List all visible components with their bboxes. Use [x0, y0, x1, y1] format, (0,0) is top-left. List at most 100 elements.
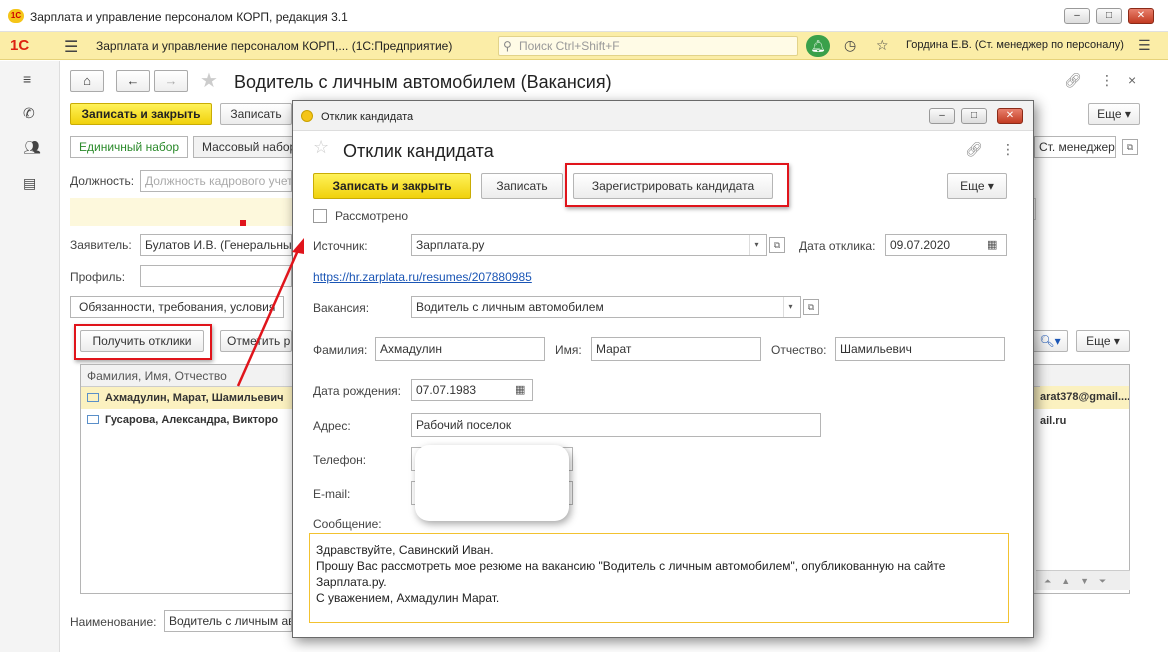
- tab-single-set[interactable]: Единичный набор: [70, 136, 189, 158]
- birth-date-label: Дата рождения:: [313, 384, 401, 398]
- phone-label: Телефон:: [313, 453, 367, 467]
- profile-input[interactable]: [140, 265, 292, 287]
- applicant-input[interactable]: Булатов И.В. (Генеральный: [140, 234, 292, 256]
- mark-button[interactable]: Отметить р: [220, 330, 292, 352]
- candidate-response-dialog: Отклик кандидата – □ ✕ ☆ Отклик кандидат…: [292, 100, 1034, 638]
- star-icon[interactable]: ☆: [876, 37, 889, 54]
- app-logo-icon: 1С: [8, 9, 24, 23]
- open-icon[interactable]: ⧉: [1122, 139, 1138, 155]
- search-icon: ⚲: [503, 39, 512, 53]
- search-input[interactable]: ⚲ Поиск Ctrl+Shift+F: [498, 36, 798, 56]
- source-select[interactable]: Зарплата.ру: [411, 234, 767, 256]
- source-label: Источник:: [313, 239, 368, 253]
- people-icon[interactable]: 👥︎: [23, 139, 41, 156]
- close-button[interactable]: ✕: [1128, 8, 1154, 24]
- row-email: arat378@gmail....: [1040, 386, 1129, 408]
- resume-link[interactable]: https://hr.zarplata.ru/resumes/207880985: [313, 270, 532, 284]
- menu-lines-icon[interactable]: ≡: [23, 71, 31, 87]
- middlename-input[interactable]: Шамильевич: [835, 337, 1005, 361]
- calendar-icon[interactable]: ▦: [515, 383, 525, 396]
- address-label: Адрес:: [313, 419, 351, 433]
- message-line: С уважением, Ахмадулин Марат.: [316, 591, 500, 605]
- email-label: E-mail:: [313, 487, 351, 501]
- left-nav: ≡ ✆ 👥︎ ▤: [0, 61, 60, 652]
- info-panel: [70, 198, 292, 226]
- home-button[interactable]: ⌂: [70, 70, 104, 92]
- middlename-label: Отчество:: [771, 343, 827, 357]
- firstname-label: Имя:: [555, 343, 582, 357]
- reviewed-checkbox[interactable]: [313, 209, 327, 223]
- favorite-star-icon[interactable]: ★: [200, 68, 218, 93]
- applicant-label: Заявитель:: [70, 238, 132, 252]
- vacancy-label: Вакансия:: [313, 301, 370, 315]
- dialog-more-button[interactable]: Еще ▾: [947, 173, 1007, 199]
- name-input[interactable]: Водитель с личным ав: [164, 610, 292, 632]
- forward-button[interactable]: →: [154, 70, 188, 92]
- row-icon: [87, 393, 99, 402]
- bell-icon[interactable]: 🔔︎: [806, 35, 830, 57]
- grid-more-button[interactable]: Еще ▾: [1076, 330, 1130, 352]
- row-email: ail.ru: [1040, 415, 1067, 427]
- page-title: Водитель с личным автомобилем (Вакансия): [234, 72, 612, 92]
- menu-icon[interactable]: ☰: [64, 37, 78, 57]
- link-icon[interactable]: 🔗︎: [1064, 72, 1082, 89]
- position-label: Должность:: [70, 174, 135, 188]
- dialog-close-button[interactable]: ✕: [997, 108, 1023, 124]
- maximize-button[interactable]: □: [1096, 8, 1122, 24]
- save-close-button[interactable]: Записать и закрыть: [70, 103, 212, 125]
- close-form-icon[interactable]: ×: [1128, 72, 1136, 88]
- marker-dot: [240, 220, 246, 226]
- dialog-save-button[interactable]: Записать: [481, 173, 563, 199]
- message-line: Здравствуйте, Савинский Иван.: [316, 543, 494, 557]
- source-open-icon[interactable]: ⧉: [769, 237, 785, 253]
- tab-duties[interactable]: Обязанности, требования, условия: [70, 296, 285, 318]
- window-titlebar: 1С Зарплата и управление персоналом КОРП…: [0, 0, 1168, 32]
- more-icon[interactable]: ☰: [1138, 37, 1151, 54]
- app-title: Зарплата и управление персоналом КОРП,..…: [96, 39, 453, 53]
- chevron-down-icon[interactable]: ▾: [749, 235, 763, 255]
- dialog-link-icon[interactable]: 🔗︎: [965, 141, 983, 158]
- message-textarea[interactable]: Здравствуйте, Савинский Иван. Прошу Вас …: [309, 533, 1009, 623]
- vacancy-open-icon[interactable]: ⧉: [803, 299, 819, 315]
- dialog-star-icon[interactable]: ☆: [313, 137, 329, 158]
- phone-icon[interactable]: ✆: [23, 105, 35, 122]
- dialog-titlebar: Отклик кандидата – □ ✕: [293, 101, 1033, 131]
- tab-mass-set[interactable]: Массовый набор: [193, 136, 306, 158]
- manager-field[interactable]: Ст. менеджер п: [1034, 136, 1116, 158]
- minimize-button[interactable]: –: [1064, 8, 1090, 24]
- message-line: Прошу Вас рассмотреть мое резюме на вака…: [316, 559, 946, 573]
- row-icon: [87, 415, 99, 424]
- position-input[interactable]: Должность кадрового учета: [140, 170, 292, 192]
- highlight-get-responses: [74, 324, 212, 360]
- dialog-logo-icon: [301, 110, 313, 122]
- message-line: Зарплата.ру.: [316, 575, 387, 589]
- lastname-input[interactable]: Ахмадулин: [375, 337, 545, 361]
- more-button[interactable]: Еще ▾: [1088, 103, 1140, 125]
- id-card-icon[interactable]: ▤: [23, 175, 36, 192]
- name-label: Наименование:: [70, 615, 157, 629]
- calendar-icon[interactable]: ▦: [987, 238, 997, 251]
- lastname-label: Фамилия:: [313, 343, 368, 357]
- dialog-title: Отклик кандидата: [343, 141, 494, 161]
- dialog-minimize-button[interactable]: –: [929, 108, 955, 124]
- vacancy-select[interactable]: Водитель с личным автомобилем: [411, 296, 801, 318]
- response-date-label: Дата отклика:: [799, 239, 876, 253]
- chevron-down-icon[interactable]: ▾: [783, 297, 797, 317]
- address-input[interactable]: Рабочий поселок: [411, 413, 821, 437]
- reviewed-label: Рассмотрено: [335, 209, 409, 223]
- window-title: Зарплата и управление персоналом КОРП, р…: [30, 10, 348, 24]
- back-button[interactable]: ←: [116, 70, 150, 92]
- firstname-input[interactable]: Марат: [591, 337, 761, 361]
- grid-nav-arrows[interactable]: ⏶▲▼⏷: [1036, 570, 1130, 590]
- search-options-button[interactable]: 🔍︎▾: [1032, 330, 1068, 352]
- save-button[interactable]: Записать: [220, 103, 292, 125]
- dialog-maximize-button[interactable]: □: [961, 108, 987, 124]
- profile-label: Профиль:: [70, 270, 126, 284]
- history-icon[interactable]: ◷: [844, 37, 856, 54]
- app-bar: 1С ☰ Зарплата и управление персоналом КО…: [0, 32, 1168, 60]
- dialog-more-vertical-icon[interactable]: ⋮: [1001, 141, 1015, 158]
- more-vertical-icon[interactable]: ⋮: [1100, 72, 1114, 89]
- current-user[interactable]: Гордина Е.В. (Ст. менеджер по персоналу): [906, 39, 1124, 51]
- redaction-overlay: [415, 445, 569, 521]
- dialog-save-close-button[interactable]: Записать и закрыть: [313, 173, 471, 199]
